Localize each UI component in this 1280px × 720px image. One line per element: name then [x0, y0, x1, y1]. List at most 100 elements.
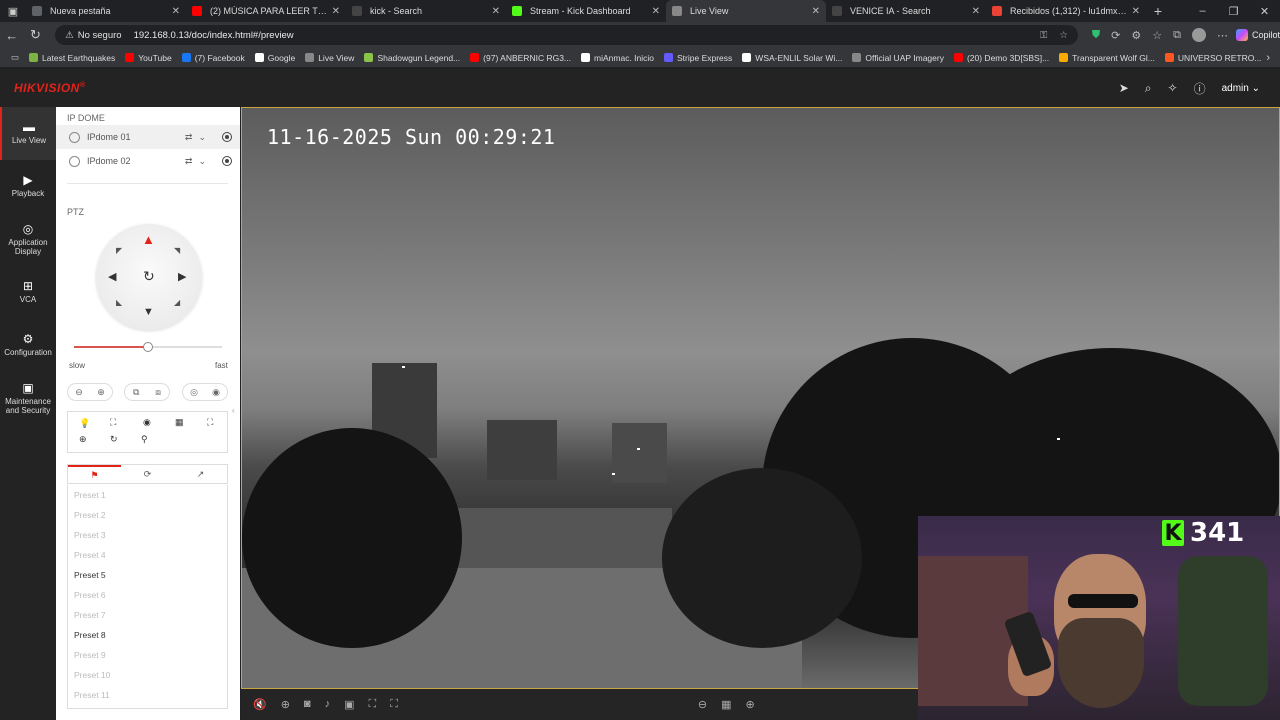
bookmark-item[interactable]: Transparent Wolf Gl... — [1054, 53, 1160, 63]
preset-item[interactable]: Preset 3 — [68, 525, 227, 545]
shield-extension-icon[interactable]: ⛊ — [1092, 29, 1100, 42]
preset-item[interactable]: Preset 2 — [68, 505, 227, 525]
face-capture-icon[interactable]: ⛶ — [207, 417, 213, 428]
ptz-down-left-arrow[interactable]: ◣ — [116, 298, 122, 307]
wiper-icon[interactable]: ⚲ — [141, 434, 148, 445]
close-tab-icon[interactable]: ✕ — [972, 6, 980, 17]
bookmark-star-icon[interactable]: ☆ — [1059, 30, 1068, 41]
chevron-down-icon[interactable]: ⌄ — [198, 132, 206, 143]
tab-pattern[interactable]: ↗ — [174, 465, 227, 483]
reload-icon[interactable]: ↻ — [24, 27, 48, 43]
bookmarks-overflow-icon[interactable]: › — [1266, 52, 1270, 64]
back-icon[interactable]: ← — [0, 28, 24, 43]
speed-slider-handle[interactable] — [143, 342, 153, 352]
iris-open-icon[interactable]: ◉ — [212, 387, 220, 398]
password-key-icon[interactable]: ⚿ — [1040, 30, 1047, 41]
close-tab-icon[interactable]: ✕ — [332, 6, 340, 17]
fullscreen-focus-icon[interactable]: ⛶ — [390, 698, 398, 711]
profile-avatar[interactable] — [1191, 28, 1206, 42]
settings-extension-icon[interactable]: ⚙ — [1131, 29, 1141, 42]
ptz-down-right-arrow[interactable]: ◢ — [174, 298, 180, 307]
ptz-up-left-arrow[interactable]: ◤ — [116, 246, 122, 255]
close-tab-icon[interactable]: ✕ — [172, 6, 180, 17]
new-tab-button[interactable]: + — [1146, 3, 1170, 19]
info-icon[interactable]: ⓘ — [1194, 80, 1206, 97]
zoom-area-icon[interactable]: ⊕ — [79, 434, 87, 445]
mute-icon[interactable]: 🔇 — [253, 698, 267, 711]
preset-item[interactable]: Preset 11 — [68, 685, 227, 705]
close-window-icon[interactable]: ✕ — [1249, 5, 1280, 18]
refresh-extension-icon[interactable]: ⟳ — [1111, 29, 1120, 42]
grid-icon[interactable]: ▦ — [175, 417, 184, 428]
nav-item[interactable]: ⚙ Configuration — [0, 319, 56, 372]
tab-presets[interactable]: ⚑ — [68, 465, 121, 483]
preset-item[interactable]: Preset 10 — [68, 665, 227, 685]
bookmark-panel-icon[interactable]: ▭ — [6, 52, 24, 63]
window-division-icon[interactable]: ▦ — [721, 698, 731, 711]
more-menu-icon[interactable]: ⋯ — [1217, 29, 1228, 42]
bookmark-item[interactable]: (7) Facebook — [177, 53, 250, 63]
preset-item[interactable]: Preset 5 — [68, 565, 227, 585]
record-clip-icon[interactable]: ▣ — [344, 698, 354, 711]
focus-far-icon[interactable]: ⧈ — [155, 387, 161, 398]
iris-close-icon[interactable]: ◎ — [190, 387, 198, 398]
next-page-icon[interactable]: ⊕ — [746, 698, 755, 711]
bookmark-item[interactable]: miAnmac. Inicio — [576, 53, 659, 63]
browser-tab[interactable]: (2) MÚSICA PARA LEER TERROR Y ✕ — [186, 0, 346, 22]
camera-device-item[interactable]: IPdome 01 ⇄ ⌄ — [56, 125, 240, 149]
microphone-icon[interactable]: ♪ — [325, 698, 331, 711]
zoom-out-icon[interactable]: ⊖ — [75, 387, 83, 398]
bookmark-item[interactable]: Latest Earthquakes — [24, 53, 120, 63]
preset-item[interactable]: Preset 4 — [68, 545, 227, 565]
close-tab-icon[interactable]: ✕ — [492, 6, 500, 17]
preset-item[interactable]: Preset 6 — [68, 585, 227, 605]
ptz-down-arrow[interactable]: ▼ — [143, 306, 154, 318]
close-tab-icon[interactable]: ✕ — [812, 6, 820, 17]
bookmark-item[interactable]: (97) ANBERNIC RG3... — [465, 53, 576, 63]
bookmark-item[interactable]: Stripe Express — [659, 53, 737, 63]
nav-item[interactable]: ▶ Playback — [0, 160, 56, 213]
3d-position-icon[interactable]: ⛶ — [110, 417, 116, 428]
minimize-icon[interactable]: – — [1187, 5, 1218, 18]
user-menu[interactable]: admin ⌄ — [1222, 83, 1260, 94]
puzzle-icon[interactable]: ✧ — [1168, 81, 1178, 95]
browser-tab[interactable]: Stream - Kick Dashboard ✕ — [506, 0, 666, 22]
ptz-left-arrow[interactable]: ◀ — [108, 270, 116, 283]
bookmark-item[interactable]: WSA-ENLIL Solar Wi... — [737, 53, 847, 63]
tab-patrol[interactable]: ⟳ — [121, 465, 174, 483]
manual-tracking-icon[interactable]: ◉ — [143, 417, 151, 428]
collapse-panel-icon[interactable]: ‹ — [232, 406, 235, 415]
bookmark-item[interactable]: Live View — [300, 53, 359, 63]
region-icon[interactable]: ⛶ — [368, 698, 376, 711]
ptz-direction-wheel[interactable]: ▲ ◤ ◥ ◀ ↻ ▶ ◣ ◢ ▼ — [96, 224, 202, 330]
ptz-up-arrow[interactable]: ▲ — [142, 232, 155, 247]
stream-type-icon[interactable]: ⇄ — [185, 156, 193, 167]
nav-item[interactable]: ▬ Live View — [0, 107, 56, 160]
bookmark-item[interactable]: Official UAP Imagery — [847, 53, 949, 63]
preset-item[interactable]: Preset 7 — [68, 605, 227, 625]
close-tab-icon[interactable]: ✕ — [652, 6, 660, 17]
nav-item[interactable]: ▣ Maintenance and Security — [0, 372, 56, 425]
restore-icon[interactable]: ❐ — [1218, 5, 1249, 18]
collections-icon[interactable]: ⧉ — [1173, 29, 1181, 42]
bookmark-item[interactable]: UNIVERSO RETRO... — [1160, 53, 1267, 63]
close-tab-icon[interactable]: ✕ — [1132, 6, 1140, 17]
record-icon[interactable] — [222, 132, 232, 142]
preset-item[interactable]: Preset 9 — [68, 645, 227, 665]
send-icon[interactable]: ➤ — [1119, 81, 1129, 95]
camera-device-item[interactable]: IPdome 02 ⇄ ⌄ — [56, 149, 240, 173]
ptz-up-right-arrow[interactable]: ◥ — [174, 246, 180, 255]
focus-near-icon[interactable]: ⧉ — [133, 387, 139, 398]
record-icon[interactable] — [222, 156, 232, 166]
copilot-button[interactable]: Copilot — [1235, 29, 1280, 41]
browser-tab[interactable]: Live View ✕ — [666, 0, 826, 22]
preset-item[interactable]: Preset 1 — [68, 485, 227, 505]
nav-item[interactable]: ⊞ VCA — [0, 266, 56, 319]
search-icon[interactable]: ⌕ — [1145, 81, 1152, 96]
nav-item[interactable]: ◎ Application Display — [0, 213, 56, 266]
stream-type-icon[interactable]: ⇄ — [185, 132, 193, 143]
ptz-right-arrow[interactable]: ▶ — [178, 270, 186, 283]
browser-tab[interactable]: Nueva pestaña ✕ — [26, 0, 186, 22]
bookmark-item[interactable]: Google — [250, 53, 300, 63]
capture-icon[interactable]: ◙ — [304, 698, 311, 711]
